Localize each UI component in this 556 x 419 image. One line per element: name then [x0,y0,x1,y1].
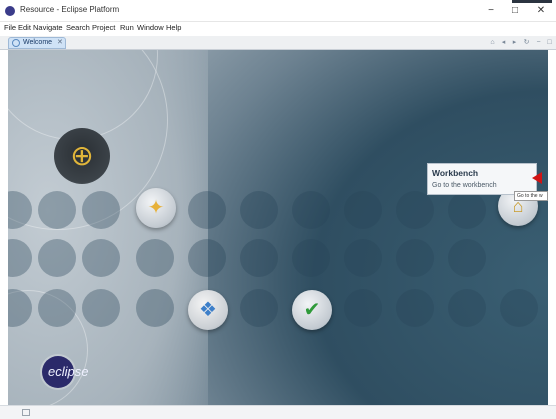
status-bar [0,405,556,419]
decor-dot [292,239,330,277]
window-titlebar: Resource - Eclipse Platform − □ ✕ [0,0,556,22]
decor-dot [38,289,76,327]
tab-welcome-label: Welcome [23,39,53,46]
decor-dot [82,289,120,327]
decor-dot [82,191,120,229]
decor-dot [136,239,174,277]
decor-dot [448,289,486,327]
tooltip-description: Go to the workbench [432,182,497,189]
pointer-arrow-icon [532,172,542,184]
decor-dot [188,191,226,229]
decor-dot [344,289,382,327]
eclipse-logo-text: eclipse [48,364,89,379]
close-button[interactable]: ✕ [530,4,552,18]
editor-tab-row: Welcome ✕ ⌂ ◂ ▸ ↻ − □ [0,36,556,50]
welcome-tab-icon [12,39,20,47]
minimize-view-icon[interactable]: − [534,38,543,47]
back-icon[interactable]: ◂ [499,38,508,47]
menu-navigate[interactable]: Navigate [33,23,63,32]
whats-new-icon: ✔ [303,299,321,321]
maximize-button[interactable]: □ [504,4,526,18]
status-icon [22,409,30,416]
decor-dot [500,289,538,327]
menu-run[interactable]: Run [120,23,134,32]
eclipse-logo: eclipse [34,354,94,390]
decor-dot [188,239,226,277]
decor-dot [344,191,382,229]
menu-help[interactable]: Help [166,23,181,32]
tab-close-icon[interactable]: ✕ [57,38,63,46]
decor-dot [38,239,76,277]
tutorials-launcher[interactable]: ✦ [136,188,176,228]
forward-icon[interactable]: ▸ [510,38,519,47]
decor-dot [240,239,278,277]
maximize-view-icon[interactable]: □ [545,38,554,47]
tab-welcome[interactable]: Welcome ✕ [8,37,66,49]
menu-window[interactable]: Window [137,23,164,32]
decor-dot [240,191,278,229]
decor-dot [292,191,330,229]
decor-dot [136,289,174,327]
star-icon: ✦ [147,197,165,219]
window-top-strip [512,0,552,3]
decor-dot [38,191,76,229]
minimize-button[interactable]: − [480,4,502,18]
decor-dot [344,239,382,277]
menu-bar: File Edit Navigate Search Project Run Wi… [0,22,556,36]
refresh-icon[interactable]: ↻ [522,38,531,47]
whats-new-launcher[interactable]: ✔ [292,290,332,330]
samples-icon: ❖ [199,299,217,321]
menu-search[interactable]: Search [66,23,90,32]
window-title: Resource - Eclipse Platform [20,5,120,14]
overview-launcher[interactable]: ⊕ [54,128,110,184]
eclipse-app-icon [5,6,15,16]
menu-edit[interactable]: Edit [18,23,31,32]
samples-launcher[interactable]: ❖ [188,290,228,330]
menu-file[interactable]: File [4,23,16,32]
home-icon[interactable]: ⌂ [488,38,497,47]
decor-dot [396,191,434,229]
globe-icon: ⊕ [70,140,94,171]
decor-dot [240,289,278,327]
decor-dot [448,239,486,277]
hover-hint: Go to the w [514,191,548,201]
menu-project[interactable]: Project [92,23,115,32]
decor-dot [396,239,434,277]
decor-dot [448,191,486,229]
decor-dot [396,289,434,327]
decor-dot [82,239,120,277]
welcome-page: ⊕ ✦ ❖ ✔ ⌂ eclipse [8,50,548,405]
tooltip-title: Workbench [432,168,479,178]
